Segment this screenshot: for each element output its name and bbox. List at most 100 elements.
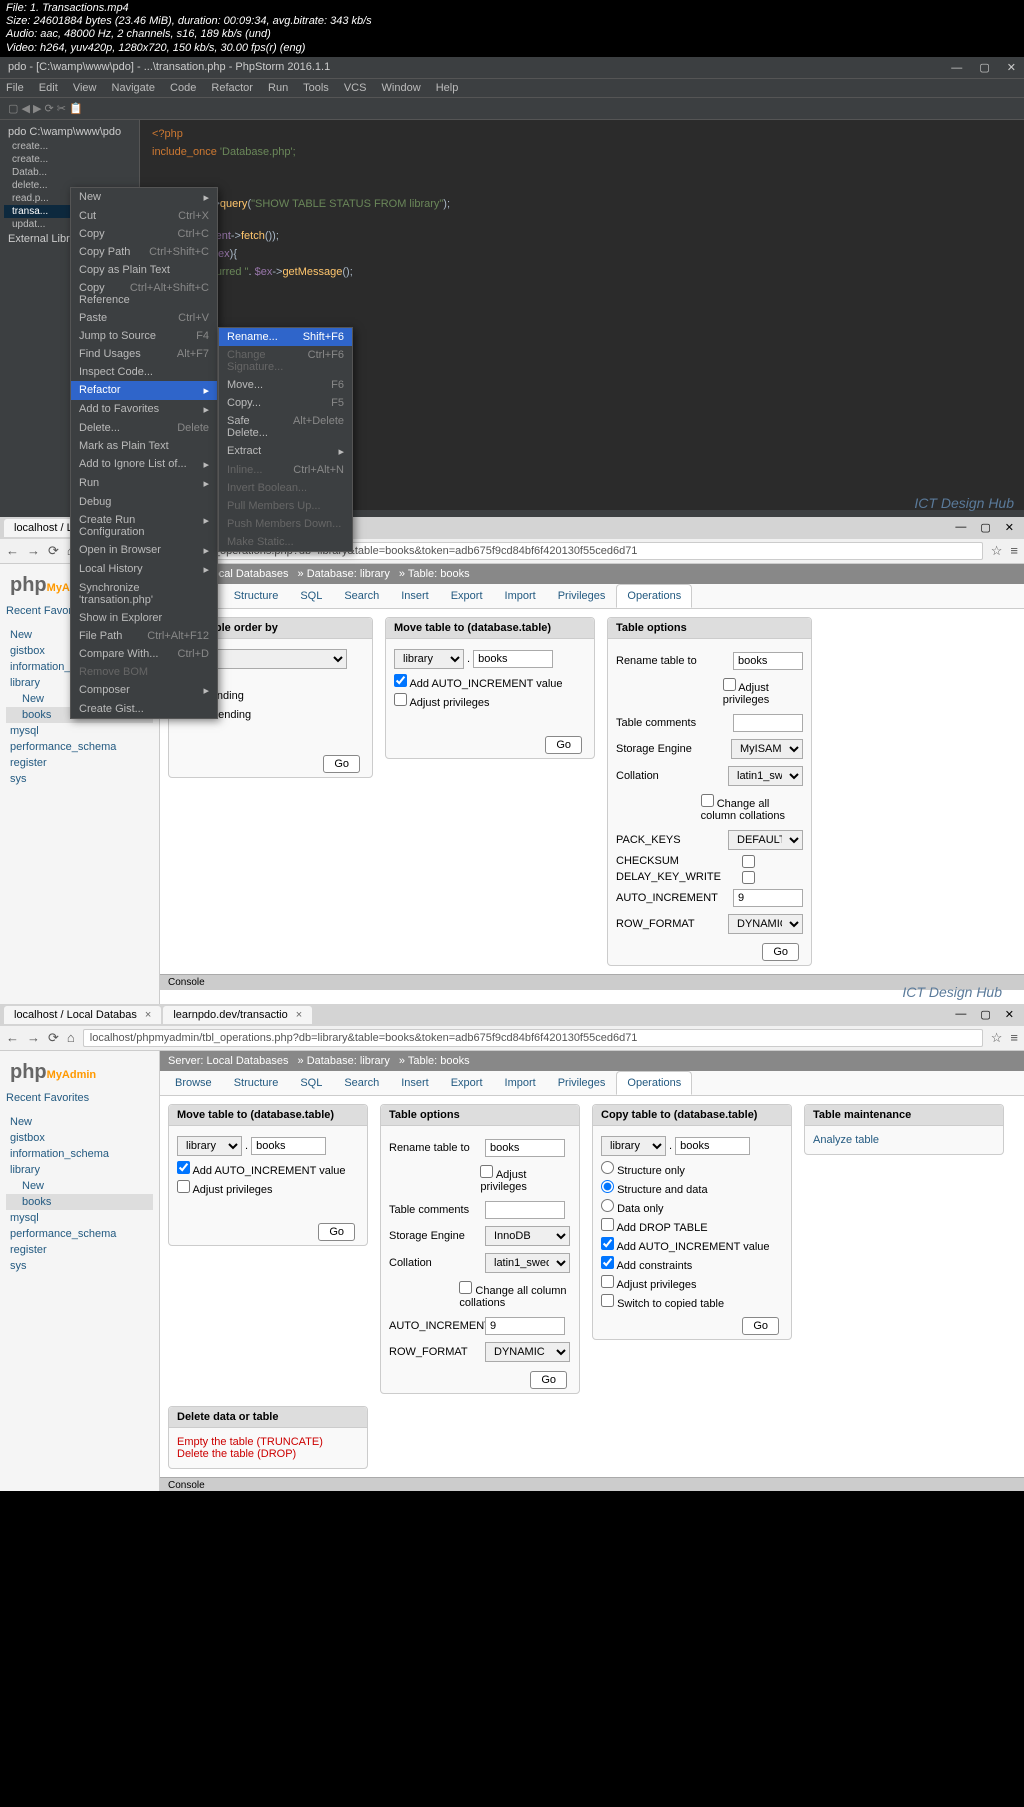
tab-insert[interactable]: Insert bbox=[390, 584, 440, 608]
tab-search[interactable]: Search bbox=[333, 584, 390, 608]
maximize-icon[interactable]: ▢ bbox=[980, 521, 990, 534]
file-node[interactable]: create... bbox=[4, 140, 135, 153]
adjust-priv-check[interactable]: Adjust privileges bbox=[177, 1180, 359, 1196]
tree-new[interactable]: New bbox=[6, 1114, 153, 1130]
file-node[interactable]: create... bbox=[4, 153, 135, 166]
tab-operations[interactable]: Operations bbox=[616, 1071, 692, 1095]
autoinc-check[interactable]: Add AUTO_INCREMENT value bbox=[601, 1237, 783, 1253]
submenu-item[interactable]: Rename...Shift+F6 bbox=[219, 328, 352, 346]
context-menu-item[interactable]: File PathCtrl+Alt+F12 bbox=[71, 627, 217, 645]
tree-new[interactable]: New bbox=[6, 1178, 153, 1194]
tab-import[interactable]: Import bbox=[494, 584, 547, 608]
menu-run[interactable]: Run bbox=[268, 82, 288, 94]
context-menu-item[interactable]: Copy ReferenceCtrl+Alt+Shift+C bbox=[71, 279, 217, 309]
context-menu-item[interactable]: Add to Favorites▸ bbox=[71, 400, 217, 419]
submenu-item[interactable]: Copy...F5 bbox=[219, 394, 352, 412]
context-menu-item[interactable]: Composer▸ bbox=[71, 681, 217, 700]
tree-db[interactable]: register bbox=[6, 755, 153, 771]
constraints-check[interactable]: Add constraints bbox=[601, 1256, 783, 1272]
move-table-input[interactable] bbox=[251, 1137, 326, 1155]
refactor-submenu[interactable]: Rename...Shift+F6Change Signature...Ctrl… bbox=[218, 327, 353, 552]
submenu-item[interactable]: Make Static... bbox=[219, 533, 352, 551]
recent-tab[interactable]: Recent bbox=[6, 1092, 41, 1104]
favorites-tab[interactable]: Favorites bbox=[44, 1092, 89, 1104]
minimize-icon[interactable]: — bbox=[955, 521, 966, 534]
submenu-item[interactable]: Extract▸ bbox=[219, 442, 352, 461]
rowformat-select[interactable]: DYNAMIC bbox=[485, 1342, 570, 1362]
forward-icon[interactable]: → bbox=[27, 543, 40, 558]
menu-code[interactable]: Code bbox=[170, 82, 196, 94]
submenu-item[interactable]: Invert Boolean... bbox=[219, 479, 352, 497]
maximize-icon[interactable]: ▢ bbox=[980, 1008, 990, 1021]
context-menu-item[interactable]: Inspect Code... bbox=[71, 363, 217, 381]
back-icon[interactable]: ← bbox=[6, 1030, 19, 1045]
adjust-priv-check[interactable]: Adjust privileges bbox=[480, 1165, 571, 1193]
recent-tab[interactable]: Recent bbox=[6, 605, 41, 617]
tree-db[interactable]: sys bbox=[6, 771, 153, 787]
submenu-item[interactable]: Safe Delete...Alt+Delete bbox=[219, 412, 352, 442]
tree-table-books[interactable]: books bbox=[6, 1194, 153, 1210]
tab-structure[interactable]: Structure bbox=[223, 1071, 290, 1095]
pack-select[interactable]: DEFAULT bbox=[728, 830, 803, 850]
adjust-priv-check[interactable]: Adjust privileges bbox=[394, 693, 586, 709]
menu-file[interactable]: File bbox=[6, 82, 24, 94]
context-menu-item[interactable]: Mark as Plain Text bbox=[71, 437, 217, 455]
context-menu-item[interactable]: Delete...Delete bbox=[71, 419, 217, 437]
copy-db-select[interactable]: library bbox=[601, 1136, 666, 1156]
move-db-select[interactable]: library bbox=[177, 1136, 242, 1156]
context-menu-item[interactable]: CopyCtrl+C bbox=[71, 225, 217, 243]
tab-export[interactable]: Export bbox=[440, 584, 494, 608]
breadcrumb-table[interactable]: Table: books bbox=[408, 1055, 470, 1067]
star-icon[interactable]: ☆ bbox=[991, 543, 1003, 559]
submenu-item[interactable]: Pull Members Up... bbox=[219, 497, 352, 515]
home-icon[interactable]: ⌂ bbox=[67, 1030, 75, 1045]
struct-only-radio[interactable]: Structure only bbox=[601, 1161, 783, 1177]
change-all-check[interactable]: Change all column collations bbox=[701, 794, 803, 822]
context-menu-item[interactable]: Remove BOM bbox=[71, 663, 217, 681]
address-bar[interactable]: localhost/phpmyadmin/tbl_operations.php?… bbox=[83, 1029, 983, 1047]
move-table-input[interactable] bbox=[473, 650, 553, 668]
menu-vcs[interactable]: VCS bbox=[344, 82, 367, 94]
tab-privileges[interactable]: Privileges bbox=[547, 584, 617, 608]
rename-input[interactable] bbox=[485, 1139, 565, 1157]
menu-help[interactable]: Help bbox=[436, 82, 459, 94]
browser-tab[interactable]: localhost / Local Databas× bbox=[4, 1006, 161, 1024]
tab-export[interactable]: Export bbox=[440, 1071, 494, 1095]
toolbar-icons[interactable]: ▢ ◀ ▶ ⟳ ✂ 📋 bbox=[8, 103, 83, 115]
database-tree[interactable]: New gistbox information_schema library N… bbox=[6, 1114, 153, 1274]
tree-db[interactable]: register bbox=[6, 1242, 153, 1258]
context-menu-item[interactable]: Compare With...Ctrl+D bbox=[71, 645, 217, 663]
forward-icon[interactable]: → bbox=[27, 1030, 40, 1045]
breadcrumb-server[interactable]: Server: Local Databases bbox=[168, 1055, 288, 1067]
reload-icon[interactable]: ⟳ bbox=[48, 1030, 59, 1046]
minimize-icon[interactable]: — bbox=[955, 1008, 966, 1021]
menu-navigate[interactable]: Navigate bbox=[112, 82, 155, 94]
tab-sql[interactable]: SQL bbox=[289, 584, 333, 608]
switch-check[interactable]: Switch to copied table bbox=[601, 1294, 783, 1310]
tree-db[interactable]: sys bbox=[6, 1258, 153, 1274]
go-button[interactable]: Go bbox=[545, 736, 582, 754]
menu-icon[interactable]: ≡ bbox=[1010, 543, 1018, 558]
comments-input[interactable] bbox=[733, 714, 803, 732]
context-menu-item[interactable]: Local History▸ bbox=[71, 560, 217, 579]
rename-input[interactable] bbox=[733, 652, 803, 670]
collation-select[interactable]: latin1_swedish_ci bbox=[728, 766, 803, 786]
go-button[interactable]: Go bbox=[318, 1223, 355, 1241]
tree-db[interactable]: mysql bbox=[6, 1210, 153, 1226]
autoinc-input[interactable] bbox=[485, 1317, 565, 1335]
delay-check[interactable] bbox=[742, 871, 755, 884]
breadcrumb-db[interactable]: Database: library bbox=[307, 568, 390, 580]
menu-window[interactable]: Window bbox=[382, 82, 421, 94]
go-button[interactable]: Go bbox=[323, 755, 360, 773]
submenu-item[interactable]: Move...F6 bbox=[219, 376, 352, 394]
close-tab-icon[interactable]: × bbox=[145, 1009, 151, 1021]
submenu-item[interactable]: Inline...Ctrl+Alt+N bbox=[219, 461, 352, 479]
move-db-select[interactable]: library bbox=[394, 649, 464, 669]
change-all-check[interactable]: Change all column collations bbox=[459, 1281, 571, 1309]
browser-tab[interactable]: learnpdo.dev/transactio× bbox=[163, 1006, 312, 1024]
tree-db[interactable]: gistbox bbox=[6, 1130, 153, 1146]
auto-increment-check[interactable]: Add AUTO_INCREMENT value bbox=[394, 674, 586, 690]
tab-operations[interactable]: Operations bbox=[616, 584, 692, 608]
go-button[interactable]: Go bbox=[530, 1371, 567, 1389]
engine-select[interactable]: InnoDB bbox=[485, 1226, 570, 1246]
